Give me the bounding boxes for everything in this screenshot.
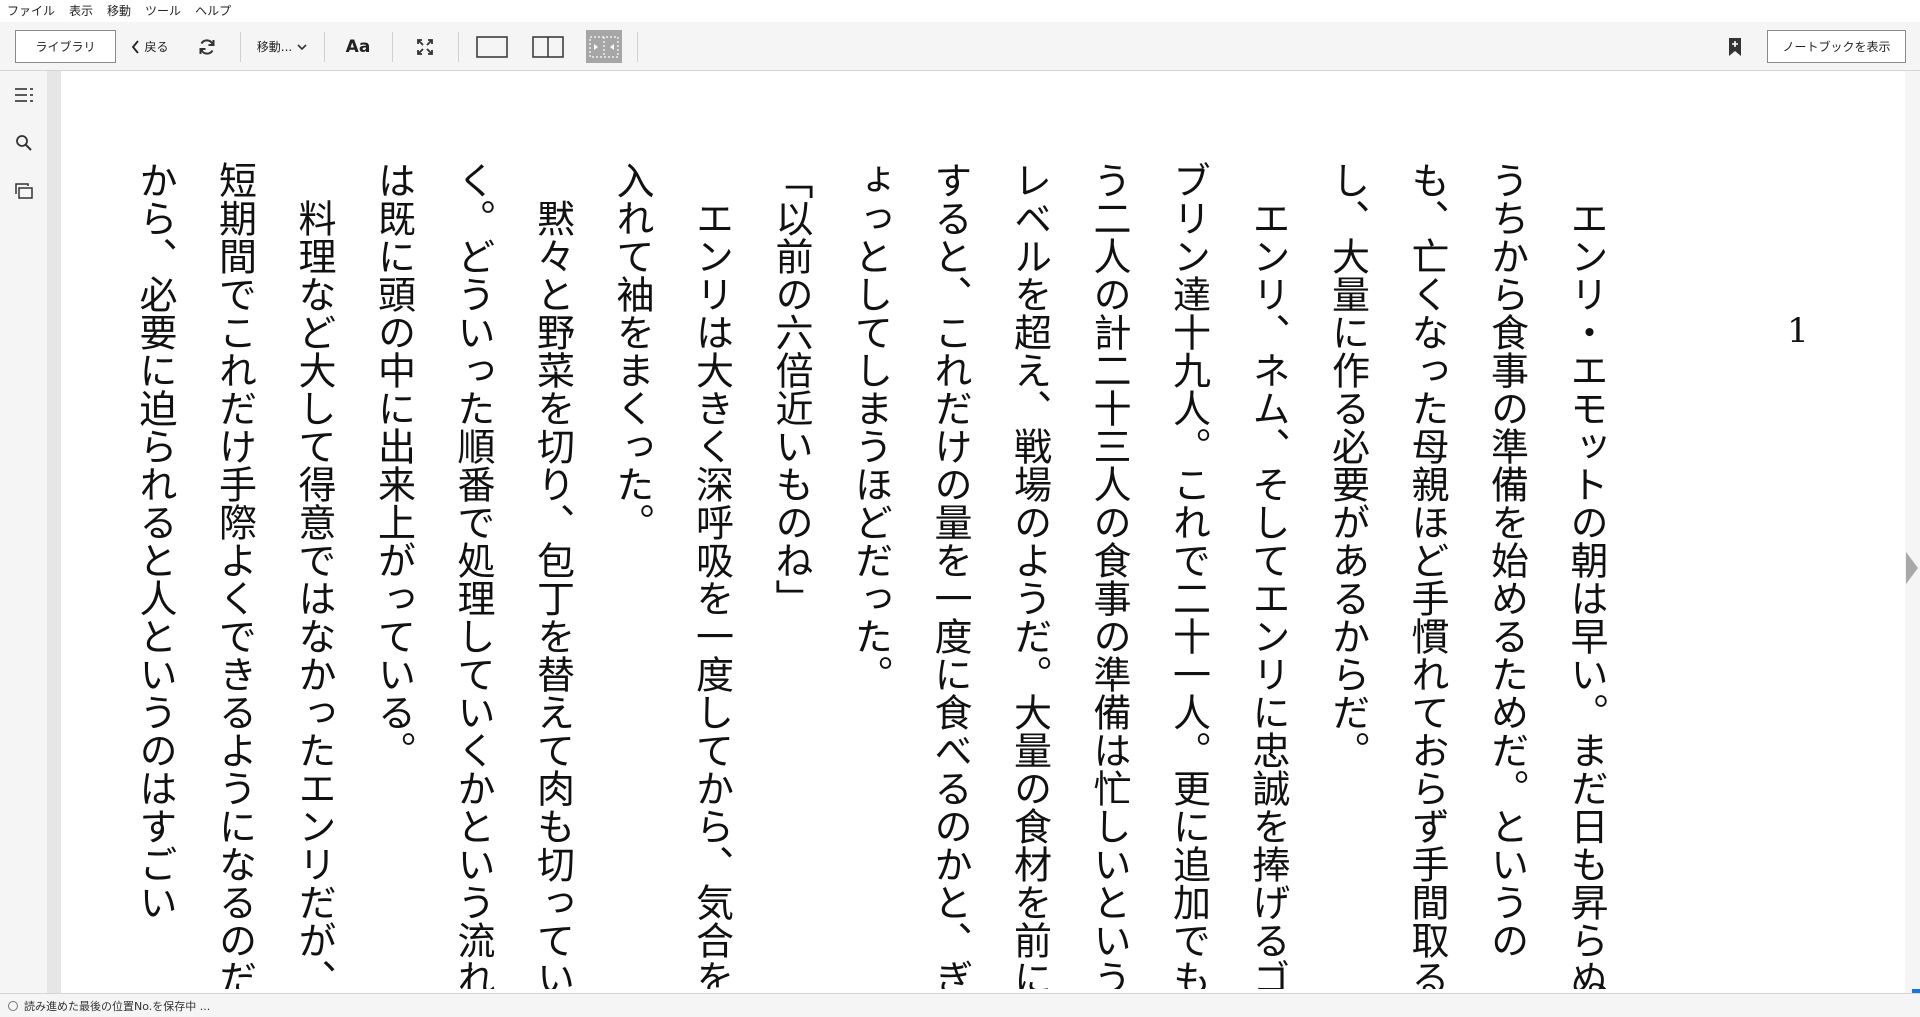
paragraph: エンリ、ネム、そしてエンリに忠誠を捧げるゴブリン達十九人。これで二十一人。更に追…	[848, 161, 1291, 989]
flashcards-button[interactable]	[12, 179, 36, 203]
back-button-label: 戻る	[144, 40, 169, 54]
book-text: エンリ・エモットの朝は早い。まだ日も昇らぬうちから食事の準備を始めるためだ。とい…	[115, 161, 1626, 989]
table-of-contents-button[interactable]	[12, 83, 36, 107]
next-page-arrow-icon[interactable]	[1906, 552, 1918, 584]
chevron-down-icon	[297, 43, 307, 50]
paragraph: 「以前の六倍近いものね」	[769, 161, 813, 617]
single-column-button[interactable]	[473, 22, 511, 71]
menu-help[interactable]: ヘルプ	[188, 0, 238, 22]
menu-bar: ファイル 表示 移動 ツール ヘルプ	[0, 0, 1920, 22]
page-gutter-left	[47, 71, 61, 993]
font-settings-button[interactable]: Aa	[340, 22, 376, 71]
library-button[interactable]: ライブラリ	[15, 30, 116, 63]
paragraph: 料理など大して得意ではなかったエンリだが、短期間でこれだけ手際よくできるようにな…	[133, 161, 336, 989]
menu-tools[interactable]: ツール	[138, 0, 188, 22]
toolbar-divider	[458, 32, 459, 62]
page-gutter-right	[1905, 71, 1920, 993]
two-column-icon	[532, 35, 564, 58]
menu-file[interactable]: ファイル	[0, 0, 62, 22]
back-button[interactable]: 戻る	[126, 22, 174, 71]
auto-column-icon	[589, 35, 619, 58]
menu-go[interactable]: 移動	[100, 0, 138, 22]
two-column-button[interactable]	[529, 22, 567, 71]
chevron-left-icon	[132, 39, 140, 54]
bookmark-add-icon	[1729, 37, 1741, 56]
toc-icon	[15, 88, 33, 102]
fullscreen-button[interactable]	[410, 22, 440, 71]
reading-page[interactable]: 1 エンリ・エモットの朝は早い。まだ日も昇らぬうちから食事の準備を始めるためだ。…	[61, 71, 1905, 989]
left-sidebar	[0, 71, 47, 993]
paragraph: エンリ・エモットの朝は早い。まだ日も昇らぬうちから食事の準備を始めるためだ。とい…	[1325, 161, 1609, 989]
library-button-label: ライブラリ	[35, 40, 96, 54]
show-notebook-label: ノートブックを表示	[1782, 40, 1891, 54]
menu-view[interactable]: 表示	[62, 0, 100, 22]
goto-dropdown[interactable]: 移動...	[252, 22, 312, 71]
goto-dropdown-label: 移動...	[256, 40, 293, 54]
fullscreen-icon	[417, 38, 433, 55]
font-settings-label: Aa	[345, 36, 371, 57]
status-text: 読み進めた最後の位置No.を保存中 ...	[24, 999, 211, 1013]
status-bar: 読み進めた最後の位置No.を保存中 ...	[0, 993, 1920, 1017]
toolbar-divider	[637, 32, 638, 62]
refresh-button[interactable]	[194, 22, 220, 71]
chapter-number: 1	[1787, 311, 1809, 351]
paragraph: 黙々と野菜を切り、包丁を替えて肉も切っていく。どういった順番で処理していくかとい…	[371, 161, 575, 989]
toolbar-divider	[240, 32, 241, 62]
toolbar: ライブラリ 戻る 移動... Aa ノートブックを表示	[0, 22, 1920, 71]
search-button[interactable]	[12, 131, 36, 155]
loading-spinner-icon	[8, 1000, 18, 1011]
paragraph: エンリは大きく深呼吸を一度してから、気合を入れて袖をまくった。	[610, 161, 734, 989]
show-notebook-button[interactable]: ノートブックを表示	[1767, 30, 1906, 63]
cards-icon	[15, 183, 33, 199]
auto-column-button[interactable]	[586, 30, 622, 63]
search-icon	[16, 135, 32, 151]
single-column-icon	[476, 35, 508, 58]
toolbar-divider	[324, 32, 325, 62]
refresh-icon	[199, 38, 215, 55]
add-bookmark-button[interactable]	[1722, 22, 1748, 71]
toolbar-divider	[392, 32, 393, 62]
